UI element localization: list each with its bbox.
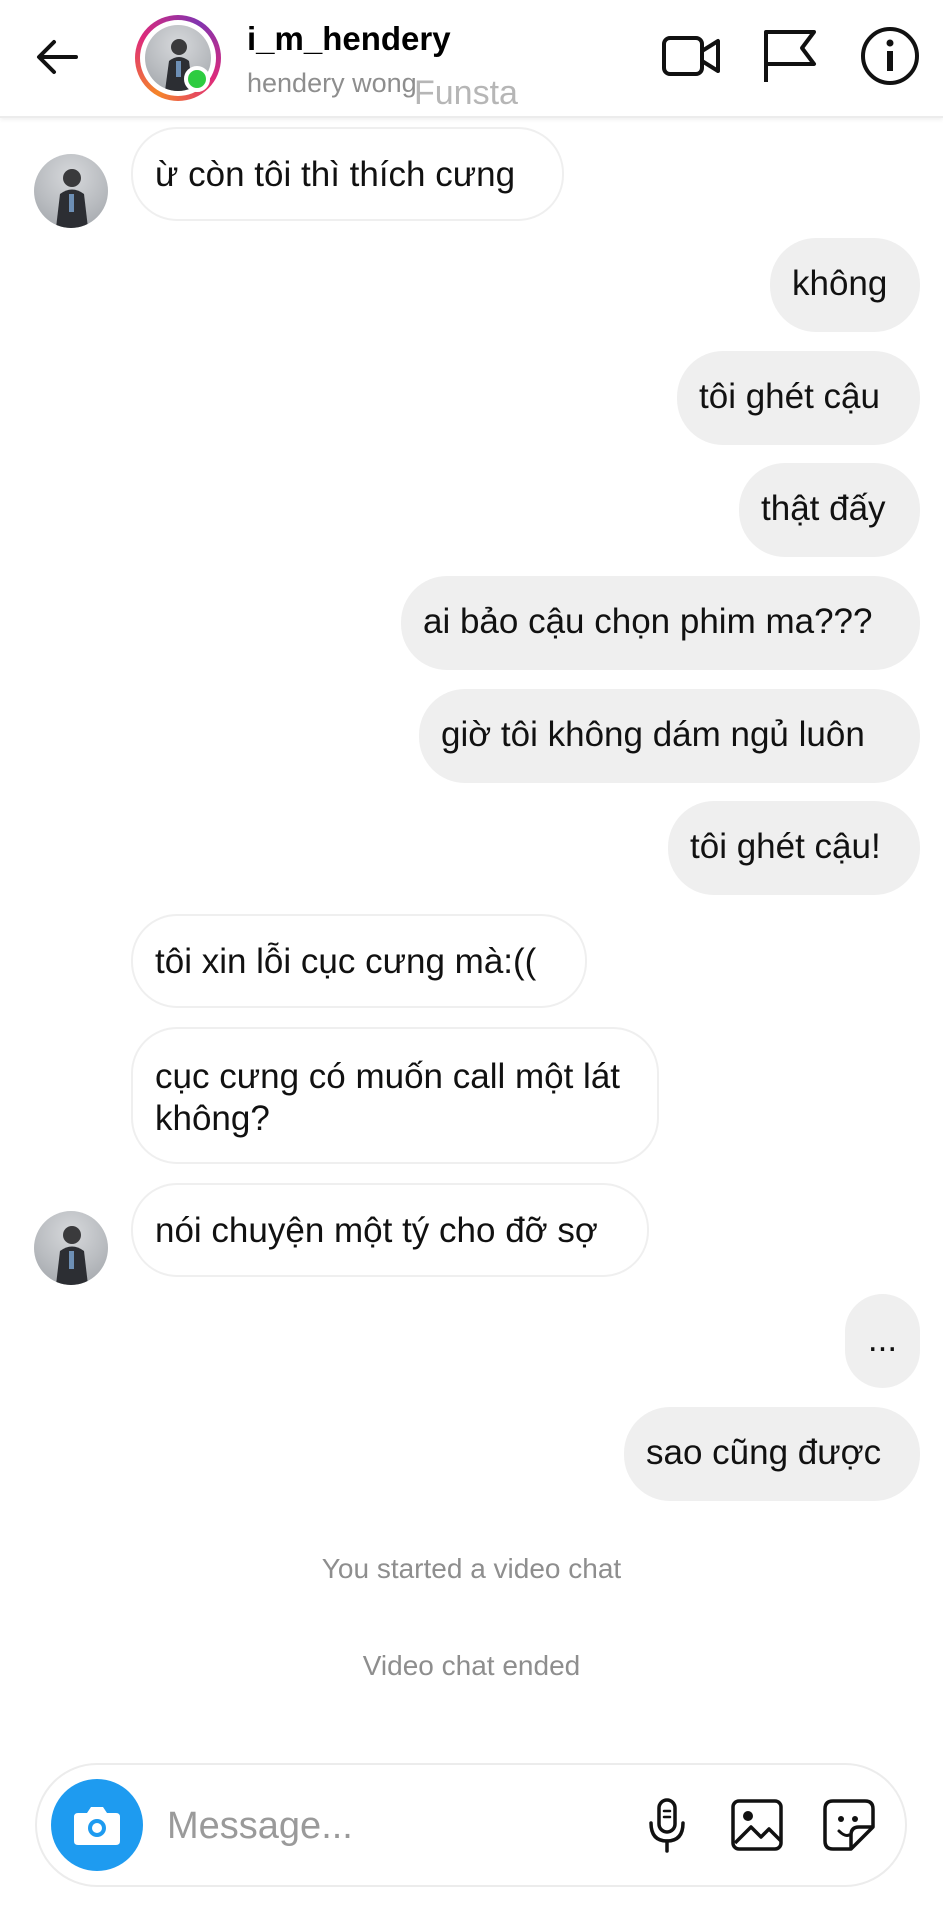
back-arrow-icon bbox=[37, 40, 78, 74]
video-call-button[interactable] bbox=[660, 24, 724, 88]
gallery-icon bbox=[731, 1799, 783, 1851]
message-bubble-outgoing[interactable]: sao cũng được bbox=[624, 1407, 920, 1501]
back-button[interactable] bbox=[30, 30, 84, 84]
online-status-dot bbox=[184, 66, 210, 92]
video-call-icon bbox=[662, 36, 720, 76]
message-bubble-outgoing[interactable]: giờ tôi không dám ngủ luôn bbox=[419, 689, 920, 783]
message-bubble-outgoing[interactable]: thật đấy bbox=[739, 463, 920, 557]
message-bubble-incoming[interactable]: ừ còn tôi thì thích cưng bbox=[131, 127, 564, 221]
flag-icon bbox=[764, 30, 816, 82]
camera-button[interactable] bbox=[51, 1779, 143, 1871]
message-bubble-outgoing[interactable]: tôi ghét cậu! bbox=[668, 801, 920, 895]
chat-username[interactable]: i_m_hendery bbox=[247, 20, 451, 58]
message-bubble-incoming[interactable]: nói chuyện một tý cho đỡ sợ bbox=[131, 1183, 649, 1277]
message-bubble-incoming[interactable]: cục cưng có muốn call một lát không? bbox=[131, 1027, 659, 1164]
chat-header: i_m_hendery hendery wong Funsta bbox=[0, 0, 943, 118]
chat-fullname: hendery wong bbox=[247, 68, 417, 98]
video-chat-started-notice: You started a video chat bbox=[321, 1553, 622, 1584]
message-input[interactable] bbox=[165, 1795, 639, 1857]
avatar[interactable] bbox=[34, 154, 108, 228]
message-bubble-outgoing[interactable]: không bbox=[770, 238, 920, 332]
camera-icon bbox=[74, 1807, 120, 1845]
gallery-button[interactable] bbox=[727, 1795, 787, 1855]
voice-message-button[interactable] bbox=[637, 1795, 697, 1855]
sticker-button[interactable] bbox=[819, 1795, 879, 1855]
message-bubble-outgoing[interactable]: tôi ghét cậu bbox=[677, 351, 920, 445]
message-composer bbox=[35, 1763, 907, 1887]
avatar[interactable] bbox=[34, 1211, 108, 1285]
report-button[interactable] bbox=[758, 24, 822, 88]
sticker-icon bbox=[823, 1799, 875, 1851]
message-bubble-outgoing[interactable]: ai bảo cậu chọn phim ma??? bbox=[401, 576, 920, 670]
info-button[interactable] bbox=[858, 24, 922, 88]
header-avatar[interactable] bbox=[135, 15, 221, 101]
video-chat-ended-notice: Video chat ended bbox=[362, 1650, 581, 1681]
info-icon bbox=[861, 27, 919, 85]
watermark-text: Funsta bbox=[414, 74, 518, 112]
message-bubble-outgoing[interactable]: ... bbox=[845, 1294, 920, 1388]
message-bubble-incoming[interactable]: tôi xin lỗi cục cưng mà:(( bbox=[131, 914, 587, 1008]
microphone-icon bbox=[649, 1798, 685, 1853]
